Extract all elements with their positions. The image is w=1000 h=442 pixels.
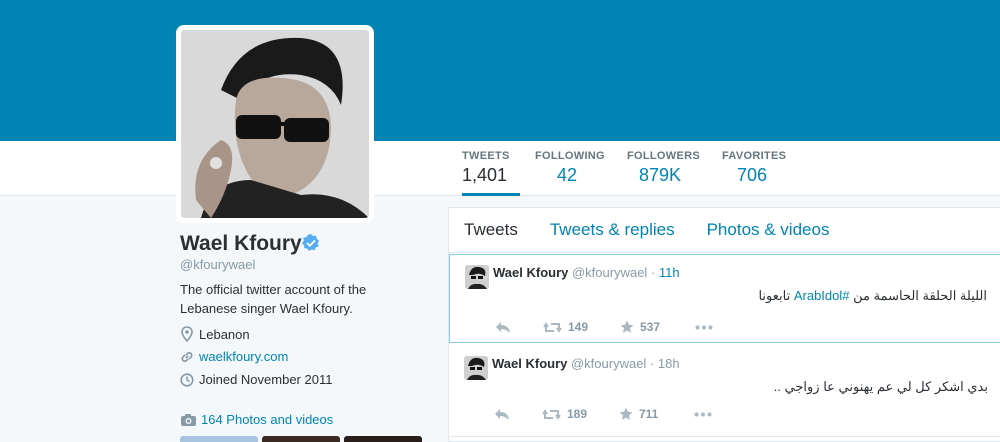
more-button[interactable] (695, 325, 719, 330)
camera-icon (181, 413, 196, 426)
retweet-count: 149 (568, 320, 589, 334)
retweet-count: 189 (567, 407, 588, 421)
favorite-count: 711 (639, 407, 659, 421)
profile-avatar[interactable] (176, 25, 374, 223)
website-link[interactable]: waelkfoury.com (199, 349, 288, 364)
tweet-text-start: الليلة الحلقة الحاسمة من (849, 288, 987, 303)
tweet-author-handle[interactable]: @kfourywael (571, 356, 646, 371)
hashtag-link[interactable]: #ArabIdol (794, 288, 850, 303)
stat-tweets[interactable]: TWEETS 1,401 (462, 150, 520, 196)
tweet-item[interactable]: Wael Kfoury @kfourywael · 11h الليلة الح… (449, 254, 1000, 343)
retweet-button[interactable]: 189 (542, 407, 619, 421)
tweet-header: Wael Kfoury @kfourywael · 11h (493, 265, 680, 280)
reply-button[interactable] (494, 408, 542, 421)
tab-tweets[interactable]: Tweets (464, 220, 518, 240)
tweet-actions: 149 537 (495, 320, 719, 334)
joined-row: Joined November 2011 (180, 372, 332, 387)
tweet-timestamp[interactable]: 18h (658, 356, 680, 371)
stat-followers-value: 879K (639, 165, 682, 185)
photos-videos-label: 164 Photos and videos (201, 412, 334, 427)
photo-thumbnail[interactable] (262, 436, 340, 442)
calendar-icon (180, 372, 194, 387)
reply-icon (495, 408, 509, 420)
verified-icon (302, 234, 319, 251)
stat-favorites[interactable]: FAVORITES 706 (722, 150, 786, 196)
favorite-star-icon (619, 407, 633, 420)
photo-thumbnail[interactable] (180, 436, 258, 442)
timeline: Tweets Tweets & replies Photos & videos … (448, 207, 1000, 442)
avatar-photo (181, 30, 369, 218)
profile-name[interactable]: Wael Kfoury (180, 232, 302, 256)
tweet-separator: · (649, 356, 655, 371)
tweet-item[interactable]: Wael Kfoury @kfourywael · 18h بدي اشكر ك… (449, 346, 1000, 437)
tweet-author-name[interactable]: Wael Kfoury (493, 265, 568, 280)
tweet-timestamp[interactable]: 11h (659, 265, 680, 280)
stat-followers[interactable]: FOLLOWERS 879K (627, 150, 700, 196)
tweet-actions: 189 711 (494, 407, 718, 421)
tab-photos-videos[interactable]: Photos & videos (707, 220, 830, 240)
stat-favorites-value: 706 (737, 165, 768, 185)
favorite-star-icon (620, 320, 634, 333)
stat-following-label: FOLLOWING (535, 150, 605, 162)
tweet-avatar[interactable] (465, 265, 489, 289)
link-icon (181, 351, 193, 362)
more-button[interactable] (694, 412, 718, 417)
retweet-icon (543, 321, 562, 333)
profile-header-banner (0, 0, 1000, 141)
more-icon (695, 325, 713, 329)
stat-following[interactable]: FOLLOWING 42 (535, 150, 605, 196)
tab-tweets-replies[interactable]: Tweets & replies (550, 220, 675, 240)
tweet-text-end: تابعونا (758, 288, 794, 303)
stat-following-value: 42 (557, 165, 578, 185)
favorite-button[interactable]: 711 (619, 407, 694, 421)
photo-thumbnail[interactable] (344, 436, 422, 442)
retweet-icon (542, 408, 561, 420)
stat-tweets-label: TWEETS (462, 150, 510, 162)
reply-icon (496, 321, 510, 333)
more-icon (694, 412, 712, 416)
photos-videos-link[interactable]: 164 Photos and videos (180, 412, 333, 427)
location-icon (181, 326, 193, 342)
photo-thumbnails (180, 436, 422, 442)
tweet-text: بدي اشكر كل لي عم يهنوني عا زواجي .. (773, 379, 988, 394)
favorite-count: 537 (640, 320, 661, 334)
location-text: Lebanon (199, 326, 250, 342)
location-row: Lebanon (180, 326, 250, 342)
tweet-author-name[interactable]: Wael Kfoury (492, 356, 567, 371)
tweet-avatar[interactable] (464, 356, 488, 380)
joined-text: Joined November 2011 (199, 372, 333, 387)
reply-button[interactable] (495, 321, 543, 334)
stat-favorites-label: FAVORITES (722, 150, 787, 162)
stat-tweets-value: 1,401 (462, 165, 508, 185)
tweet-header: Wael Kfoury @kfourywael · 18h (492, 356, 680, 371)
stat-followers-label: FOLLOWERS (627, 150, 700, 162)
profile-bio: The official twitter account of the Leba… (180, 282, 367, 316)
screen-name[interactable]: @kfourywael (180, 257, 255, 272)
tweet-author-handle[interactable]: @kfourywael (572, 265, 647, 280)
timeline-tabs: Tweets Tweets & replies Photos & videos (449, 208, 1000, 253)
retweet-button[interactable]: 149 (543, 320, 620, 334)
tweet-separator: · (650, 265, 656, 280)
website-row[interactable]: waelkfoury.com (180, 349, 288, 364)
favorite-button[interactable]: 537 (620, 320, 695, 334)
tweet-text: الليلة الحلقة الحاسمة من #ArabIdol تابعو… (758, 288, 987, 304)
